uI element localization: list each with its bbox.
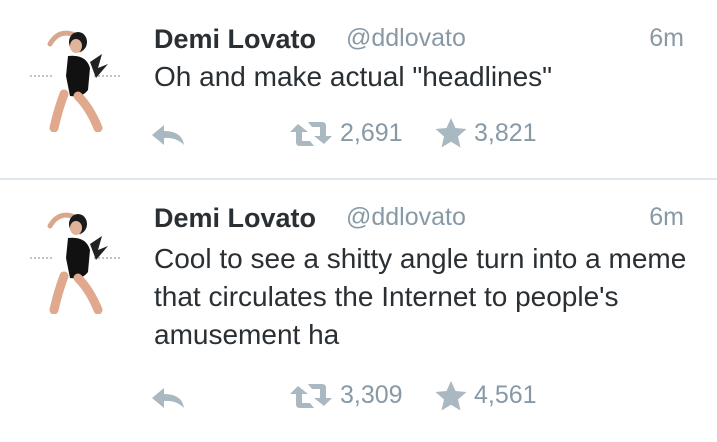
- tweet-text: Cool to see a shitty angle turn into a m…: [154, 243, 687, 350]
- retweet-icon[interactable]: [288, 382, 334, 410]
- avatar[interactable]: [28, 202, 120, 315]
- reply-icon[interactable]: [150, 386, 186, 410]
- author-name[interactable]: Demi Lovato: [154, 203, 316, 234]
- author-handle[interactable]: @ddlovato: [346, 203, 466, 232]
- favorite-count: 4,561: [474, 381, 537, 409]
- retweet-count: 3,309: [340, 381, 403, 409]
- favorite-star-icon[interactable]: [434, 380, 468, 412]
- tweet-2[interactable]: Demi Lovato @ddlovato 6m Cool to see a s…: [0, 0, 717, 442]
- timestamp[interactable]: 6m: [649, 203, 684, 232]
